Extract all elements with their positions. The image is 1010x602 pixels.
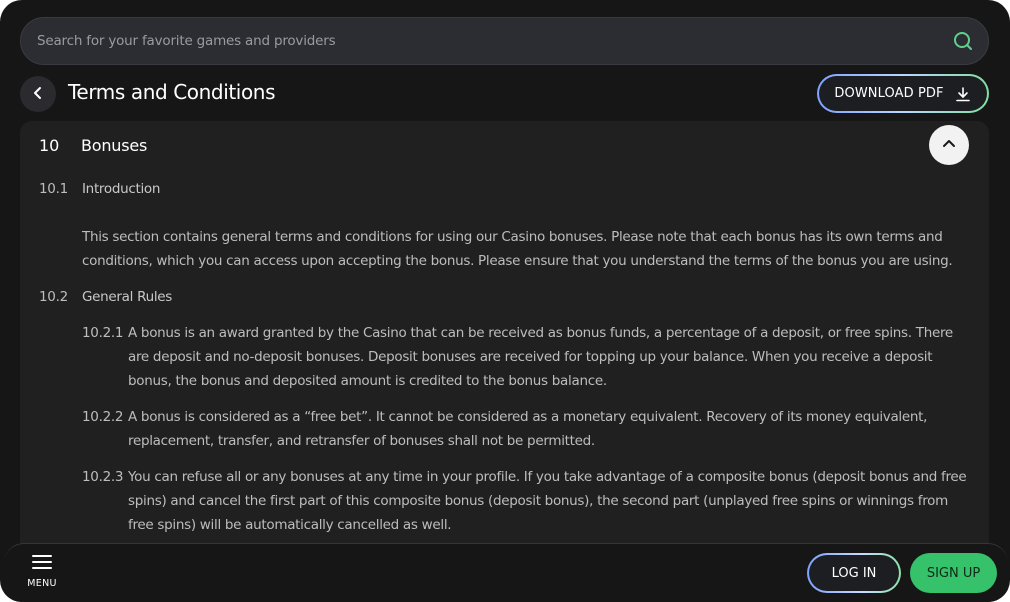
paragraph-line: spins) and cancel the first part of this… bbox=[128, 493, 948, 509]
section-number: 10 bbox=[39, 136, 60, 155]
paragraph-line: A bonus is considered as a “free bet”. I… bbox=[128, 409, 928, 425]
download-pdf-button[interactable]: DOWNLOAD PDF bbox=[817, 74, 989, 113]
hamburger-icon bbox=[32, 554, 52, 570]
back-button[interactable] bbox=[20, 76, 56, 112]
terms-section-panel: 10 Bonuses 10.1 Introduction This sectio… bbox=[20, 121, 989, 602]
paragraph-line: conditions, which you can access upon ac… bbox=[82, 253, 953, 269]
subclause-number: 10.2.1 bbox=[82, 325, 124, 341]
paragraph-line: are deposit and no-deposit bonuses. Depo… bbox=[128, 349, 933, 365]
clause-number: 10.2 bbox=[39, 289, 68, 305]
collapse-section-button[interactable] bbox=[929, 125, 969, 165]
menu-button[interactable]: MENU bbox=[22, 554, 62, 596]
search-input[interactable] bbox=[37, 33, 952, 49]
page-title: Terms and Conditions bbox=[68, 80, 276, 104]
search-icon[interactable] bbox=[952, 30, 974, 52]
paragraph-line: free spins) will be automatically cancel… bbox=[128, 517, 452, 533]
download-icon bbox=[954, 85, 972, 103]
signup-label: SIGN UP bbox=[926, 565, 981, 581]
login-label: LOG IN bbox=[831, 565, 877, 581]
chevron-left-icon bbox=[31, 85, 45, 104]
paragraph-line: bonus, the bonus and deposited amount is… bbox=[128, 373, 607, 389]
login-button[interactable]: LOG IN bbox=[807, 553, 901, 593]
subclause-number: 10.2.2 bbox=[82, 409, 124, 425]
subclause-number: 10.2.3 bbox=[82, 469, 124, 485]
clause-number: 10.1 bbox=[39, 181, 68, 197]
bottom-nav-bar: MENU LOG IN SIGN UP bbox=[4, 543, 1008, 602]
download-pdf-label: DOWNLOAD PDF bbox=[834, 86, 944, 101]
search-bar[interactable] bbox=[20, 17, 989, 65]
clause-title: Introduction bbox=[82, 181, 161, 197]
clause-title: General Rules bbox=[82, 289, 173, 305]
section-header[interactable]: 10 Bonuses bbox=[20, 121, 989, 171]
section-title: Bonuses bbox=[81, 136, 148, 155]
app-window: Terms and Conditions DOWNLOAD PDF 10 Bon… bbox=[0, 0, 1010, 602]
paragraph-line: You can refuse all or any bonuses at any… bbox=[128, 469, 967, 485]
paragraph-line: This section contains general terms and … bbox=[82, 229, 943, 245]
chevron-up-icon bbox=[942, 136, 956, 155]
paragraph-line: A bonus is an award granted by the Casin… bbox=[128, 325, 953, 341]
menu-label: MENU bbox=[27, 578, 57, 589]
paragraph-line: replacement, transfer, and retransfer of… bbox=[128, 433, 595, 449]
signup-button[interactable]: SIGN UP bbox=[910, 553, 997, 593]
